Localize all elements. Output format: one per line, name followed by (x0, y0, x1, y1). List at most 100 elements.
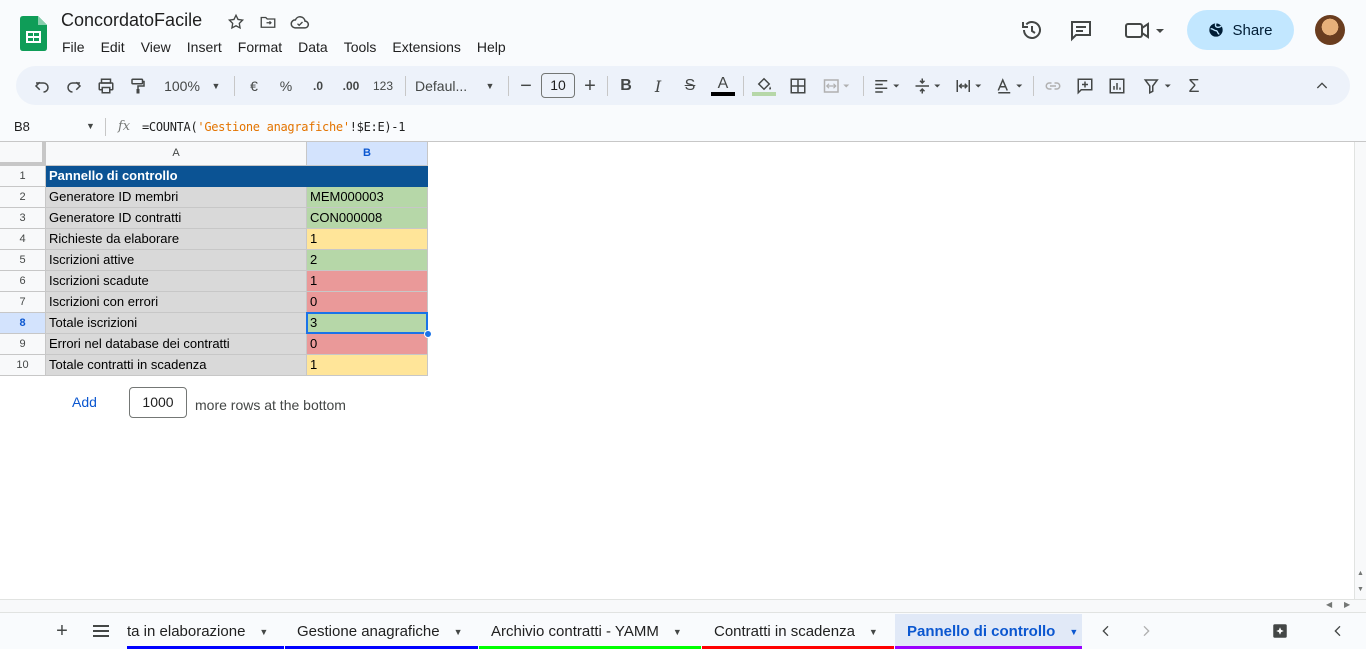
fill-color-icon[interactable] (752, 75, 776, 97)
link-icon[interactable] (1043, 75, 1063, 97)
scroll-left-icon[interactable]: ◀ (1326, 600, 1332, 609)
all-sheets-icon[interactable] (92, 623, 110, 639)
scroll-tabs-right-icon[interactable] (1138, 622, 1154, 640)
cell-label[interactable]: Generatore ID membri (46, 187, 307, 208)
formula-input[interactable]: =COUNTA('Gestione anagrafiche'!$E:E)-1 (142, 120, 405, 134)
undo-icon[interactable] (32, 75, 52, 97)
print-icon[interactable] (96, 75, 116, 97)
add-rows-count-input[interactable]: 1000 (129, 387, 187, 418)
cell-value[interactable]: 1 (307, 271, 428, 292)
decrease-font-size-icon[interactable]: − (516, 75, 536, 97)
wrap-icon[interactable] (953, 75, 987, 97)
cell-value[interactable]: MEM000003 (307, 187, 428, 208)
cloud-saved-icon[interactable] (290, 13, 310, 31)
cell-label[interactable]: Iscrizioni scadute (46, 271, 307, 292)
cell-label[interactable]: Totale contratti in scadenza (46, 355, 307, 376)
align-icon[interactable] (871, 75, 905, 97)
row-header[interactable]: 3 (0, 208, 46, 229)
vertical-scrollbar[interactable] (1354, 142, 1366, 599)
increase-font-size-icon[interactable]: + (580, 75, 600, 97)
comment-icon[interactable] (1075, 75, 1095, 97)
comments-icon[interactable] (1067, 16, 1095, 44)
scroll-tabs-left-icon[interactable] (1098, 622, 1114, 640)
share-button[interactable]: Share (1187, 10, 1294, 50)
chart-icon[interactable] (1107, 75, 1127, 97)
percent-format-button[interactable]: % (276, 75, 296, 97)
chevron-down-icon[interactable]: ▼ (673, 627, 682, 637)
menu-data[interactable]: Data (290, 37, 336, 57)
more-formats-button[interactable]: 123 (370, 75, 396, 97)
menu-tools[interactable]: Tools (336, 37, 385, 57)
fill-handle[interactable] (424, 330, 432, 338)
font-caret-icon[interactable]: ▼ (483, 75, 497, 97)
chevron-down-icon[interactable]: ▼ (1069, 627, 1078, 637)
add-rows-button[interactable]: Add (72, 394, 97, 410)
name-box[interactable]: B8 (14, 119, 30, 134)
menu-file[interactable]: File (54, 37, 93, 57)
move-folder-icon[interactable] (259, 13, 277, 31)
cell-value[interactable]: 1 (307, 229, 428, 250)
cell-value[interactable]: 2 (307, 250, 428, 271)
functions-icon[interactable]: Σ (1184, 75, 1204, 97)
cell-label[interactable]: Iscrizioni con errori (46, 292, 307, 313)
collapse-icon[interactable] (1312, 75, 1332, 97)
cell-label[interactable]: Iscrizioni attive (46, 250, 307, 271)
borders-icon[interactable] (788, 75, 808, 97)
merge-icon[interactable] (820, 75, 856, 97)
cell-value[interactable]: CON000008 (307, 208, 428, 229)
zoom-caret-icon[interactable]: ▼ (209, 75, 223, 97)
row-header[interactable]: 2 (0, 187, 46, 208)
cell-label[interactable]: Richieste da elaborare (46, 229, 307, 250)
cell-label[interactable]: Generatore ID contratti (46, 208, 307, 229)
column-header-a[interactable]: A (46, 142, 307, 166)
cell-value[interactable]: 1 (307, 355, 428, 376)
cell-value[interactable]: 0 (307, 334, 428, 355)
text-color-icon[interactable]: A (711, 75, 735, 97)
cell-value[interactable]: 0 (307, 292, 428, 313)
zoom-select[interactable]: 100% (160, 75, 204, 97)
avatar[interactable] (1315, 15, 1345, 45)
star-icon[interactable] (227, 13, 245, 31)
increase-decimals-button[interactable]: .00 (338, 75, 364, 97)
italic-icon[interactable]: I (648, 75, 668, 97)
redo-icon[interactable] (64, 75, 84, 97)
menu-insert[interactable]: Insert (179, 37, 230, 57)
decrease-decimals-button[interactable]: .0 (306, 75, 330, 97)
document-title[interactable]: ConcordatoFacile (61, 10, 202, 31)
row-header[interactable]: 4 (0, 229, 46, 250)
sheet-tab[interactable]: Archivio contratti - YAMM ▼ (479, 614, 701, 649)
menu-extensions[interactable]: Extensions (384, 37, 468, 57)
row-header[interactable]: 8 (0, 313, 46, 334)
sheet-tab[interactable]: Contratti in scadenza ▼ (702, 614, 894, 649)
row-header[interactable]: 5 (0, 250, 46, 271)
sheet-tab[interactable]: Gestione anagrafiche ▼ (285, 614, 478, 649)
sheet-tab[interactable]: ta in elaborazione ▼ (113, 614, 284, 649)
menu-edit[interactable]: Edit (93, 37, 133, 57)
valign-icon[interactable] (912, 75, 946, 97)
select-all-corner[interactable] (0, 142, 46, 166)
filter-icon[interactable] (1139, 75, 1177, 97)
scroll-down-icon[interactable]: ▼ (1357, 586, 1364, 593)
chevron-down-icon[interactable]: ▼ (259, 627, 268, 637)
horizontal-scrollbar[interactable] (0, 599, 1366, 612)
meet-icon[interactable] (1122, 16, 1168, 44)
scroll-right-icon[interactable]: ▶ (1344, 600, 1350, 609)
row-header[interactable]: 6 (0, 271, 46, 292)
rotate-icon[interactable] (994, 75, 1028, 97)
sheets-logo-icon[interactable] (20, 16, 47, 51)
sheet-tab-active[interactable]: Pannello di controllo ▼ (895, 614, 1082, 649)
strikethrough-icon[interactable]: S (680, 75, 700, 97)
cell-a1-header[interactable]: Pannello di controllo (46, 166, 428, 187)
menu-format[interactable]: Format (230, 37, 290, 57)
row-header[interactable]: 10 (0, 355, 46, 376)
history-icon[interactable] (1018, 16, 1046, 44)
row-header[interactable]: 1 (0, 166, 46, 187)
cell-label[interactable]: Errori nel database dei contratti (46, 334, 307, 355)
bold-icon[interactable]: B (616, 75, 636, 97)
menu-view[interactable]: View (133, 37, 179, 57)
side-panel-toggle-icon[interactable] (1330, 622, 1346, 640)
chevron-down-icon[interactable]: ▼ (869, 627, 878, 637)
cell-label[interactable]: Totale iscrizioni (46, 313, 307, 334)
chevron-down-icon[interactable]: ▼ (454, 627, 463, 637)
font-size-input[interactable]: 10 (541, 73, 575, 98)
